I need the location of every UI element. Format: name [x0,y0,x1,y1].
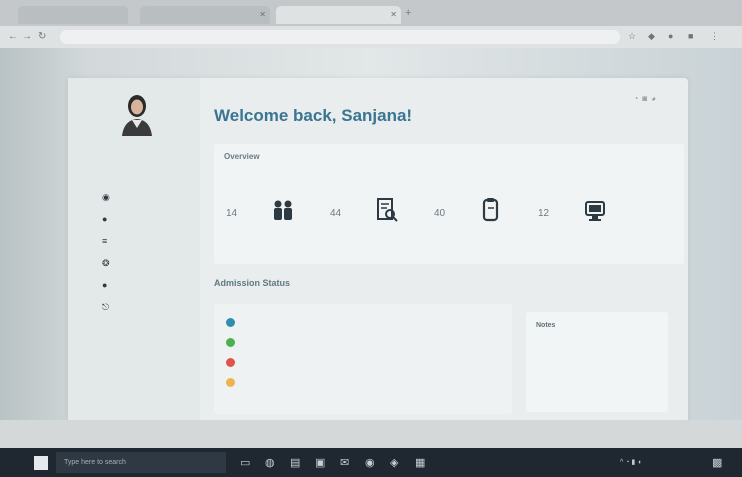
page-title: Welcome back, Sanjana! [214,106,413,125]
header-actions: ◔◙◕ [633,94,660,103]
notes-title: Notes [536,322,556,329]
sidebar-item-profile[interactable]: ● [102,212,116,226]
notification-icon[interactable]: ▩ [712,456,722,469]
taskbar-search-input[interactable]: Type here to search [56,452,226,473]
user-icon: ● [102,214,108,224]
mail-icon[interactable]: ◙ [642,94,651,103]
browser-tab-strip: ✕ ✕ + [0,0,742,26]
sidebar-item-dashboard[interactable]: ◉ [102,190,116,204]
extension-icon[interactable]: ■ [688,31,693,41]
dashboard-card: ◉ ● ≡ ❂ ● ⎋ ◔◙◕ Welcome back, Sanjana! O… [68,78,688,423]
extension-icon[interactable]: ● [668,31,673,41]
sidebar-item-logout[interactable]: ⎋ [102,300,116,314]
address-input[interactable] [60,30,620,44]
stat-value: 40 [434,208,446,219]
stat-value: 44 [330,208,342,219]
reload-icon[interactable]: ↻ [38,31,46,42]
status-dot [226,337,235,347]
overview-title: Overview [224,152,260,161]
dashboard-icon: ◉ [102,192,110,202]
bell-icon[interactable]: ◔ [633,94,642,103]
status-dot [226,317,235,327]
admission-list [214,304,512,414]
web-page: ◉ ● ≡ ❂ ● ⎋ ◔◙◕ Welcome back, Sanjana! O… [0,48,742,423]
stat-card[interactable]: 44 [326,188,434,240]
plus-icon[interactable]: + [405,7,411,19]
system-tray[interactable]: ^ ◔ ▮ ◖ [620,458,641,466]
extension-icon[interactable]: ◆ [648,31,655,42]
browser-tab[interactable] [18,6,128,24]
stat-value: 12 [538,208,550,219]
edge-icon[interactable]: ◍ [265,456,275,469]
settings-icon: ❂ [102,258,110,268]
computer-icon [585,201,605,221]
stat-value: 14 [226,208,238,219]
main-content: ◔◙◕ Welcome back, Sanjana! Overview 14 4… [200,78,688,423]
list-item[interactable] [226,356,243,370]
list-item[interactable] [226,336,243,350]
menu-icon[interactable]: ⋮ [710,31,719,42]
address-bar-row: ← → ↻ ☆ ◆ ● ■ ⋮ [0,26,742,48]
status-dot [226,377,235,387]
windows-start-icon[interactable] [34,456,48,470]
info-icon: ● [102,280,108,290]
document-search-icon [377,198,398,222]
clipboard-icon [482,198,499,222]
sidebar-item-settings[interactable]: ❂ [102,256,116,270]
admission-status-title: Admission Status [214,278,291,288]
stat-card[interactable]: 14 [222,188,330,240]
close-icon[interactable]: ✕ [390,6,397,24]
profile-name [104,146,174,154]
browser-tab[interactable]: ✕ [140,6,270,24]
forward-icon[interactable]: → [22,31,32,42]
list-item[interactable] [226,316,243,330]
back-icon[interactable]: ← [8,31,18,42]
mail-icon[interactable]: ✉ [340,456,349,469]
store-icon[interactable]: ▣ [315,456,325,469]
list-item[interactable] [226,376,243,390]
avatar[interactable] [118,92,156,136]
user-menu-icon[interactable]: ◕ [651,94,660,103]
sidebar: ◉ ● ≡ ❂ ● ⎋ [68,78,200,423]
download-bar [0,420,742,448]
browser-tab-active[interactable]: ✕ [276,6,401,24]
close-icon[interactable]: ✕ [259,6,266,24]
sidebar-item-info[interactable]: ● [102,278,116,292]
logout-icon: ⎋ [102,302,110,312]
star-icon[interactable]: ☆ [628,31,636,42]
status-dot [226,357,235,367]
app-icon[interactable]: ▦ [415,456,425,469]
people-icon [274,200,292,220]
notes-panel: Notes [526,312,668,412]
app-icon[interactable]: ◈ [390,456,398,469]
taskbar: Type here to search ▭ ◍ ▤ ▣ ✉ ◉ ◈ ▦ ^ ◔ … [0,448,742,477]
overview-panel: Overview 14 44 40 12 [214,144,684,264]
sidebar-item-courses[interactable]: ≡ [102,234,116,248]
folder-icon[interactable]: ▤ [290,456,300,469]
stat-card[interactable]: 12 [534,188,642,240]
task-view-icon[interactable]: ▭ [240,456,250,469]
chrome-icon[interactable]: ◉ [365,456,375,469]
book-icon: ≡ [102,236,108,246]
stat-card[interactable]: 40 [430,188,538,240]
